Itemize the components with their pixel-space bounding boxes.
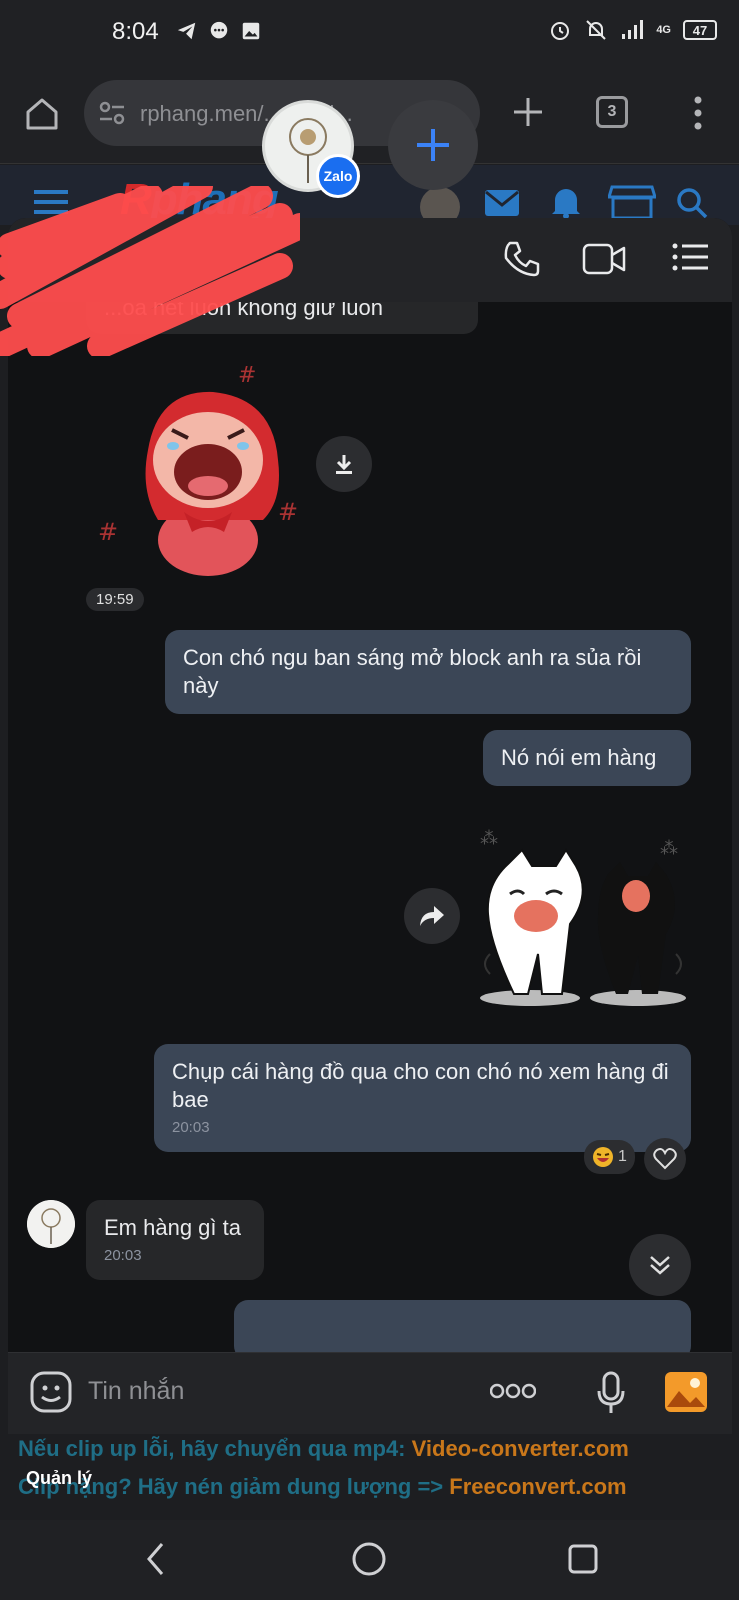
back-icon[interactable] — [146, 1542, 166, 1576]
dandelion-avatar-icon — [27, 1200, 75, 1248]
react-button[interactable] — [644, 1138, 686, 1180]
home-icon[interactable] — [22, 94, 62, 134]
status-time: 8:04 — [112, 18, 159, 45]
message-text: Con chó ngu ban sáng mở block anh ra sủa… — [183, 645, 642, 698]
add-chat-head-button[interactable] — [388, 100, 478, 190]
bell-icon[interactable] — [550, 185, 582, 219]
svg-text:⁂: ⁂ — [660, 838, 678, 859]
system-nav-bar — [0, 1520, 739, 1600]
sticker-icon[interactable] — [30, 1371, 72, 1413]
download-button[interactable] — [316, 436, 372, 492]
more-horizontal-icon[interactable] — [490, 1383, 536, 1399]
message-composer — [8, 1352, 732, 1434]
store-icon[interactable] — [608, 185, 656, 219]
manage-label[interactable]: Quản lý — [26, 1468, 92, 1489]
scroll-to-bottom-button[interactable] — [629, 1234, 691, 1296]
svg-text:#: # — [98, 518, 118, 546]
double-chevron-down-icon — [650, 1256, 670, 1275]
messenger-icon — [210, 21, 228, 39]
reaction-badge[interactable]: 1 — [584, 1140, 635, 1174]
microphone-icon[interactable] — [596, 1371, 626, 1415]
browser-toolbar: rphang.men/...vien-l... 3 — [0, 64, 739, 164]
freeconvert-link[interactable]: Freeconvert.com — [449, 1474, 626, 1499]
muted-bell-icon — [586, 20, 607, 40]
redaction-scribble — [0, 186, 300, 356]
status-bar: 8:04 4G 47 — [0, 0, 739, 64]
message-text: Em hàng gì ta — [104, 1215, 241, 1240]
svg-text:#: # — [278, 498, 298, 526]
message-bubble-outgoing[interactable]: Nó nói em hàng — [483, 730, 691, 786]
svg-text:#: # — [238, 363, 256, 388]
image-notification-icon — [242, 22, 260, 40]
message-input[interactable] — [88, 1377, 448, 1406]
laughing-cats-sticker[interactable]: ⁂ ⁂ — [470, 824, 692, 1010]
telegram-icon — [177, 22, 196, 40]
gallery-icon[interactable] — [664, 1371, 708, 1413]
reaction-count: 1 — [618, 1148, 627, 1165]
notification-icons — [176, 20, 262, 42]
alarm-icon — [551, 22, 570, 40]
site-settings-icon[interactable] — [98, 100, 126, 126]
message-time: 20:03 — [104, 1247, 142, 1264]
new-tab-icon[interactable] — [510, 94, 546, 130]
message-bubble-outgoing-partial[interactable] — [234, 1300, 691, 1352]
forward-button[interactable] — [404, 888, 460, 944]
signal-icon — [622, 20, 644, 39]
video-converter-link[interactable]: Video-converter.com — [412, 1436, 629, 1461]
message-time: 20:03 — [172, 1119, 210, 1136]
laughing-girl-sticker[interactable]: # # # — [88, 360, 308, 580]
plus-icon — [417, 129, 449, 161]
banner-line-1: Nếu clip up lỗi, hãy chuyển qua mp4: Vid… — [18, 1436, 629, 1461]
chat-options-icon[interactable] — [672, 242, 708, 272]
tab-switcher-button[interactable]: 3 — [596, 96, 628, 128]
contact-avatar[interactable] — [27, 1200, 75, 1248]
battery-indicator: 47 — [683, 20, 717, 40]
banner-line-2: Clip nặng? Hãy nén giảm dung lượng => Fr… — [18, 1474, 627, 1499]
message-text: Nó nói em hàng — [501, 745, 657, 770]
phone-icon[interactable] — [502, 238, 542, 278]
message-bubble-outgoing[interactable]: Chụp cái hàng đồ qua cho con chó nó xem … — [154, 1044, 691, 1152]
zalo-badge: Zalo — [316, 154, 360, 198]
share-arrow-icon — [420, 906, 444, 926]
laughing-emoji-icon — [593, 1147, 613, 1167]
recent-apps-icon[interactable] — [568, 1544, 598, 1574]
more-vert-icon[interactable] — [688, 96, 708, 130]
svg-text:⁂: ⁂ — [480, 828, 498, 849]
system-indicators: 4G 47 — [548, 18, 717, 42]
home-nav-icon[interactable] — [352, 1542, 386, 1576]
search-icon[interactable] — [676, 187, 708, 219]
message-bubble-outgoing[interactable]: Con chó ngu ban sáng mở block anh ra sủa… — [165, 630, 691, 714]
site-footer-banner: Nếu clip up lỗi, hãy chuyển qua mp4: Vid… — [0, 1434, 739, 1514]
mail-icon[interactable] — [484, 189, 520, 217]
message-text: Chụp cái hàng đồ qua cho con chó nó xem … — [172, 1059, 669, 1112]
message-list[interactable]: ...óa hết luôn không giữ luôn # # # 19:5… — [8, 302, 732, 1352]
network-type: 4G — [656, 23, 671, 36]
video-call-icon[interactable] — [582, 242, 626, 276]
heart-icon — [653, 1148, 677, 1170]
message-bubble-incoming[interactable]: Em hàng gì ta 20:03 — [86, 1200, 264, 1280]
message-time: 19:59 — [86, 588, 144, 611]
download-icon — [336, 455, 352, 474]
